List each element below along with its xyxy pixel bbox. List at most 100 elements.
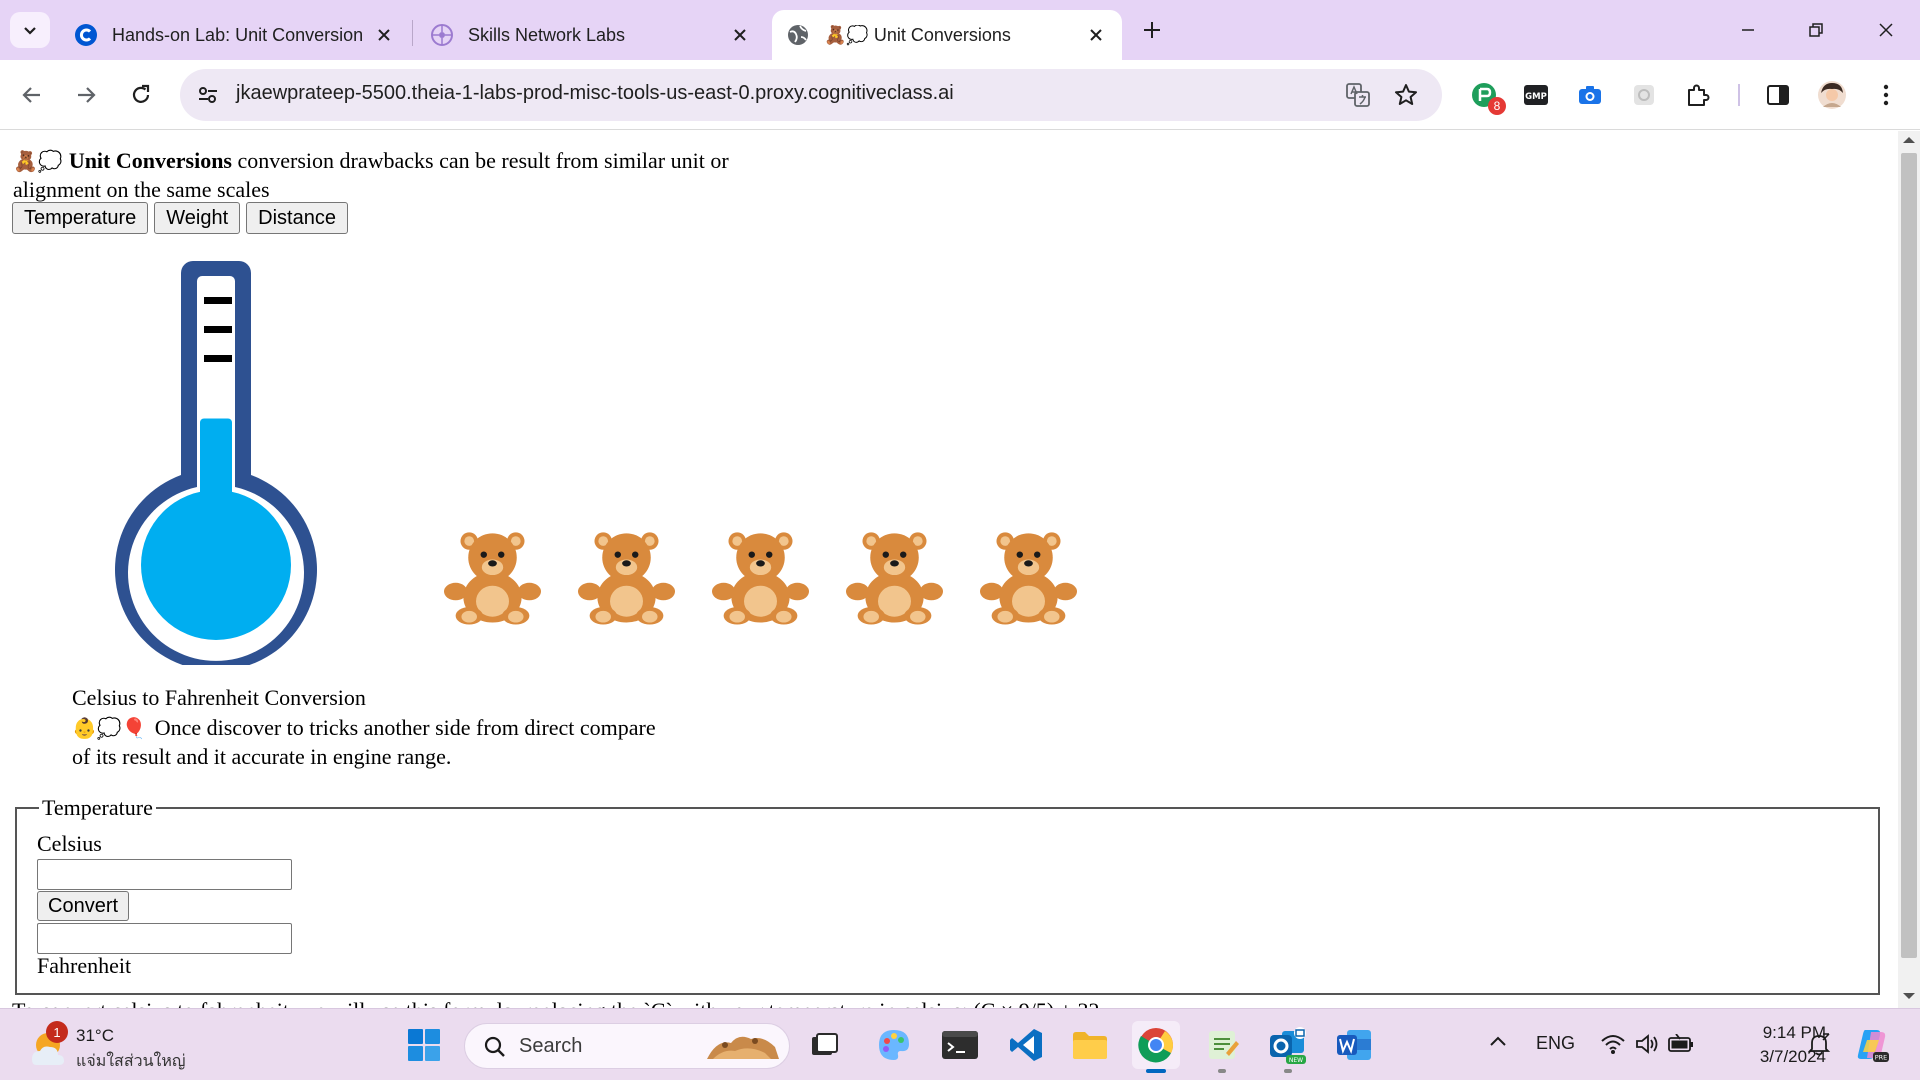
profile-button[interactable] xyxy=(1814,77,1850,113)
distance-button[interactable]: Distance xyxy=(246,202,348,234)
weather-description: แจ่มใสส่วนใหญ่ xyxy=(76,1053,186,1070)
outlook-icon: NEW xyxy=(1270,1027,1306,1064)
plus-icon xyxy=(1144,22,1160,38)
page-viewport: 🧸💭 Unit Conversions conversion drawbacks … xyxy=(0,131,1898,1008)
search-label: Search xyxy=(519,1035,583,1057)
svg-text:NEW: NEW xyxy=(1289,1057,1303,1064)
weight-button[interactable]: Weight xyxy=(154,202,241,234)
bookmark-star-icon[interactable] xyxy=(1392,81,1420,109)
screenshot-extension-button[interactable] xyxy=(1572,77,1608,113)
tab-title: 🧸💭 Unit Conversions xyxy=(824,24,1011,45)
chevron-up-icon xyxy=(1490,1036,1506,1046)
scrollbar-thumb[interactable] xyxy=(1901,153,1917,958)
file-explorer-button[interactable] xyxy=(1066,1021,1114,1069)
show-hidden-icons-button[interactable] xyxy=(1486,1029,1510,1053)
category-buttons: Temperature Weight Distance xyxy=(12,202,348,234)
vscode-app-button[interactable] xyxy=(1002,1021,1050,1069)
search-highlight-image xyxy=(707,1036,779,1059)
svg-text:GMP: GMP xyxy=(1525,92,1547,102)
new-tab-button[interactable] xyxy=(1136,14,1168,46)
reload-button[interactable] xyxy=(121,75,161,115)
task-view-button[interactable] xyxy=(800,1021,848,1069)
terminal-app-button[interactable] xyxy=(936,1021,984,1069)
close-icon[interactable] xyxy=(1084,23,1108,47)
gmp-icon: GMP xyxy=(1524,85,1548,105)
scroll-down-arrow[interactable] xyxy=(1903,993,1915,999)
fahrenheit-output[interactable] xyxy=(37,923,292,954)
wifi-icon[interactable] xyxy=(1598,1029,1628,1059)
svg-text:PRE: PRE xyxy=(1875,1054,1888,1062)
notepad-app-button[interactable] xyxy=(1198,1021,1246,1073)
close-icon[interactable] xyxy=(372,23,396,47)
browser-menu-button[interactable] xyxy=(1868,77,1904,113)
word-app-button[interactable] xyxy=(1330,1021,1378,1069)
chevron-down-icon xyxy=(24,27,36,35)
teddy-bear-icon xyxy=(712,532,809,625)
paint-app-button[interactable] xyxy=(870,1021,918,1069)
site-info-icon[interactable] xyxy=(194,81,222,109)
input-language[interactable]: ENG xyxy=(1536,1033,1575,1054)
battery-icon[interactable] xyxy=(1666,1029,1696,1059)
weather-widget[interactable]: 1 31°C แจ่มใสส่วนใหญ่ xyxy=(26,1021,216,1070)
vertical-scrollbar[interactable] xyxy=(1898,131,1920,1008)
extension-tracker-button[interactable]: 8 xyxy=(1466,77,1506,115)
celsius-input[interactable] xyxy=(37,859,292,890)
close-icon[interactable] xyxy=(728,23,752,47)
extensions-menu-button[interactable] xyxy=(1680,77,1716,113)
bear-row xyxy=(444,526,1077,626)
celsius-label: Celsius xyxy=(37,831,102,856)
back-button[interactable] xyxy=(12,75,52,115)
grey-extension-button[interactable] xyxy=(1626,77,1662,113)
temperature-fieldset: Temperature Celsius Convert Fahrenheit xyxy=(15,795,1880,995)
translate-icon[interactable] xyxy=(1344,81,1372,109)
conversion-description-text: Once discover to tricks another side fro… xyxy=(72,715,656,769)
gmp-extension-button[interactable]: GMP xyxy=(1518,77,1554,113)
tab-skills-network[interactable]: Skills Network Labs xyxy=(416,10,766,60)
tab-search-button[interactable] xyxy=(10,12,50,48)
close-window-button[interactable] xyxy=(1862,10,1910,50)
volume-icon[interactable] xyxy=(1632,1029,1662,1059)
copilot-button[interactable]: PRE xyxy=(1848,1021,1896,1069)
url-text: jkaewprateep-5500.theia-1-labs-prod-misc… xyxy=(236,82,954,104)
outlook-app-button[interactable]: NEW xyxy=(1264,1021,1312,1073)
more-vertical-icon xyxy=(1883,84,1889,106)
extension-badge: 8 xyxy=(1488,97,1506,115)
taskbar-search[interactable]: Search xyxy=(464,1023,790,1069)
address-bar[interactable]: jkaewprateep-5500.theia-1-labs-prod-misc… xyxy=(180,69,1442,121)
side-panel-button[interactable] xyxy=(1760,77,1796,113)
toolbar-separator xyxy=(1738,84,1740,106)
windows-taskbar: 1 31°C แจ่มใสส่วนใหญ่ Search NEW ENG 9:1… xyxy=(0,1008,1920,1080)
chrome-icon xyxy=(1138,1028,1173,1063)
running-indicator xyxy=(1218,1069,1226,1073)
teddy-bear-icon xyxy=(444,532,541,625)
arrow-left-icon xyxy=(22,87,40,103)
vscode-icon xyxy=(1010,1029,1042,1061)
start-button[interactable] xyxy=(400,1021,448,1069)
tab-unit-conversions[interactable]: 🧸💭 Unit Conversions xyxy=(772,10,1122,60)
folder-icon xyxy=(1073,1032,1107,1059)
notifications-icon[interactable] xyxy=(1804,1029,1834,1059)
teddy-bear-icon xyxy=(578,532,675,625)
weather-badge: 1 xyxy=(46,1021,68,1043)
teddy-thought-icon: 🧸💭 xyxy=(13,151,63,173)
avatar xyxy=(1818,81,1846,109)
tab-strip: Hands-on Lab: Unit Conversion Skills Net… xyxy=(0,0,1920,60)
minimize-button[interactable] xyxy=(1724,10,1772,50)
scroll-up-arrow[interactable] xyxy=(1903,137,1915,143)
task-view-icon xyxy=(812,1033,838,1055)
thermometer-bulb xyxy=(141,490,291,640)
weather-temperature: 31°C xyxy=(76,1026,114,1045)
restore-button[interactable] xyxy=(1792,10,1840,50)
tab-hands-on-lab[interactable]: Hands-on Lab: Unit Conversion xyxy=(60,10,410,60)
tab-separator xyxy=(412,20,413,46)
chrome-app-button[interactable] xyxy=(1132,1021,1180,1073)
tab-title: Hands-on Lab: Unit Conversion xyxy=(112,24,364,45)
forward-button[interactable] xyxy=(66,75,106,115)
conversion-title: Celsius to Fahrenheit Conversion xyxy=(72,685,366,710)
convert-button[interactable]: Convert xyxy=(37,891,130,921)
fahrenheit-label: Fahrenheit xyxy=(37,953,132,978)
palette-icon xyxy=(879,1030,909,1060)
windows-logo-icon xyxy=(408,1029,440,1061)
conversion-description: 👶💭🎈 Once discover to tricks another side … xyxy=(72,714,672,770)
temperature-button[interactable]: Temperature xyxy=(12,202,149,234)
